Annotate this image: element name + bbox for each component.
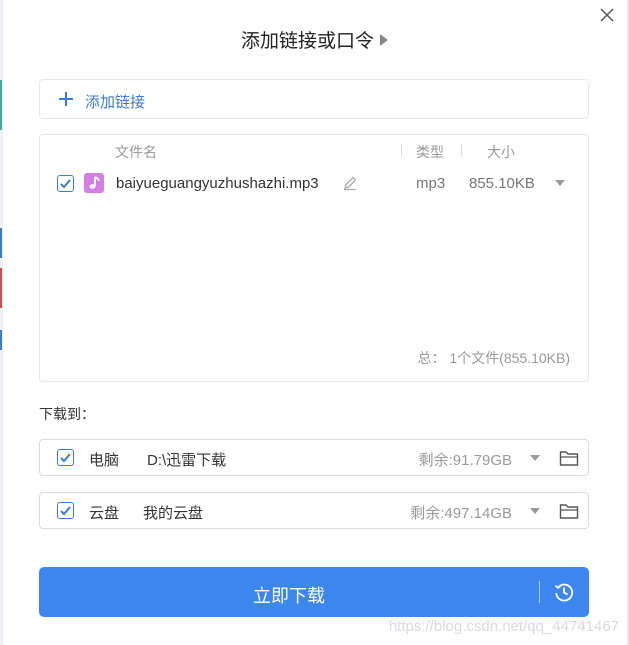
destination-path: D:\迅雷下载 (147, 452, 227, 469)
download-now-label: 立即下载 (253, 586, 325, 606)
column-divider (401, 144, 402, 156)
watermark-text: https://blog.csdn.net/qq_44741467 (388, 618, 619, 635)
destination-checkbox[interactable] (57, 502, 74, 519)
file-list-header: 文件名 类型 大小 (40, 135, 588, 165)
add-link-button[interactable]: 添加链接 (39, 79, 589, 119)
folder-icon[interactable] (559, 449, 579, 467)
close-icon[interactable] (598, 6, 616, 24)
dialog-title: 添加链接或口令 (240, 31, 374, 52)
edge-mark (0, 330, 2, 350)
destination-checkbox[interactable] (57, 449, 74, 466)
file-list-panel: 文件名 类型 大小 baiyueguangyuzhushazhi.mp3 mp3… (39, 134, 589, 382)
chevron-down-icon[interactable] (530, 455, 540, 461)
destination-free-space: 剩余:91.79GB (418, 452, 512, 469)
dialog-title-row: 添加链接或口令 (0, 26, 629, 53)
download-to-label: 下载到： (39, 406, 95, 422)
file-type: mp3 (416, 175, 446, 192)
button-divider (539, 581, 540, 603)
triangle-right-icon[interactable] (380, 34, 388, 46)
column-header-type: 类型 (416, 144, 444, 160)
folder-icon[interactable] (559, 502, 579, 520)
chevron-down-icon[interactable] (530, 508, 540, 514)
window-left-edge (0, 0, 3, 645)
column-header-name: 文件名 (115, 144, 157, 160)
download-now-button[interactable]: 立即下载 (39, 567, 589, 617)
file-row[interactable]: baiyueguangyuzhushazhi.mp3 mp3 855.10KB (40, 171, 588, 197)
plus-icon (59, 92, 73, 106)
destination-computer[interactable]: 电脑 D:\迅雷下载 剩余:91.79GB (39, 439, 589, 476)
music-note-icon (84, 173, 104, 193)
destination-kind: 云盘 (89, 505, 120, 522)
chevron-down-icon[interactable] (555, 180, 565, 186)
clock-icon[interactable] (553, 581, 575, 603)
add-link-label: 添加链接 (85, 94, 146, 111)
file-checkbox[interactable] (57, 175, 74, 192)
file-size: 855.10KB (469, 175, 535, 192)
column-header-size: 大小 (487, 144, 515, 160)
destination-cloud[interactable]: 云盘 我的云盘 剩余:497.14GB (39, 492, 589, 529)
destination-path: 我的云盘 (143, 505, 204, 522)
destination-kind: 电脑 (89, 452, 120, 469)
file-name: baiyueguangyuzhushazhi.mp3 (116, 175, 319, 192)
column-divider (461, 144, 462, 156)
edge-mark (0, 228, 2, 258)
pencil-icon[interactable] (342, 175, 358, 191)
file-total-summary: 总： 1个文件(855.10KB) (417, 350, 571, 366)
destination-free-space: 剩余:497.14GB (410, 505, 512, 522)
edge-mark (0, 268, 2, 308)
edge-mark (0, 80, 2, 130)
